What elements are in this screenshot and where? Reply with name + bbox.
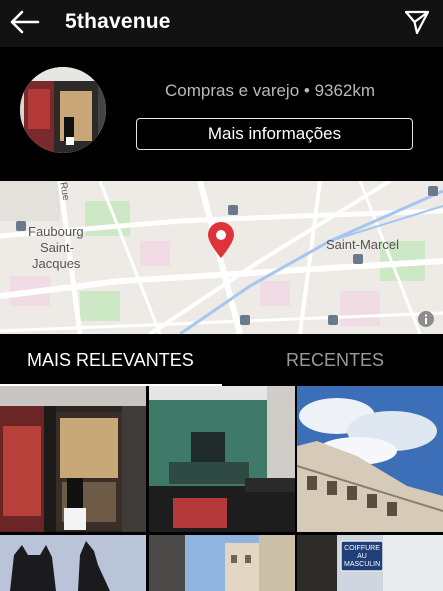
post-image: [0, 386, 146, 532]
post-tile-storefront[interactable]: [0, 386, 146, 532]
tab-most-relevant[interactable]: MAIS RELEVANTES: [27, 350, 194, 371]
post-image: [149, 386, 295, 532]
page-title: 5thavenue: [65, 10, 171, 33]
share-button[interactable]: [403, 8, 431, 36]
post-image: [297, 386, 443, 532]
map-label-faubourg: Faubourg: [28, 224, 84, 239]
info-icon[interactable]: [418, 311, 434, 327]
tab-recent[interactable]: RECENTES: [286, 350, 384, 371]
paper-plane-icon: [404, 10, 430, 35]
post-tile-cats[interactable]: [0, 535, 146, 591]
category-distance: Compras e varejo • 9362km: [165, 81, 376, 100]
map-label-rue: Rue: [57, 181, 72, 202]
map-label-saint-marcel: Saint-Marcel: [326, 237, 399, 252]
location-header: Compras e varejo • 9362km Mais informaçõ…: [0, 47, 443, 181]
location-avatar[interactable]: [20, 67, 106, 153]
location-map[interactable]: Faubourg Saint- Jacques Saint-Marcel Rue: [0, 181, 443, 334]
post-tabs: MAIS RELEVANTES RECENTES: [0, 334, 443, 386]
storefront-thumbnail: [20, 67, 106, 153]
map-pin-icon: [208, 222, 234, 258]
post-tile-sky-buildings[interactable]: [297, 386, 443, 532]
sign-text: COIFFURE AU MASCULIN: [344, 545, 381, 568]
post-tile-street[interactable]: [149, 535, 295, 591]
photo-grid: COIFFURE AU MASCULIN: [0, 386, 443, 591]
post-image: [0, 535, 146, 591]
map-label-jacques: Jacques: [32, 256, 81, 271]
back-button[interactable]: [10, 9, 40, 35]
post-image: [149, 535, 295, 591]
post-tile-green-building[interactable]: [149, 386, 295, 532]
arrow-left-icon: [10, 10, 40, 34]
more-info-button[interactable]: Mais informações: [136, 118, 413, 150]
top-bar: 5thavenue: [0, 0, 443, 47]
post-tile-street-sign[interactable]: COIFFURE AU MASCULIN: [297, 535, 443, 591]
map-label-saint: Saint-: [40, 240, 74, 255]
